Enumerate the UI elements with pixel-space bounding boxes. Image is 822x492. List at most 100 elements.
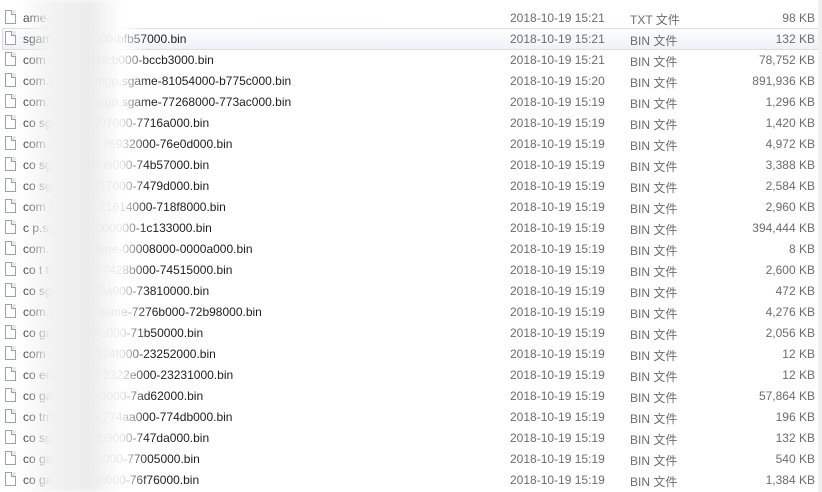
file-date: 2018-10-19 15:19	[510, 242, 605, 256]
file-row[interactable]: com gp.s ame-76932000-76e0d000.bin 2018-1…	[0, 134, 822, 154]
file-row[interactable]: c p.sgame-04000000-1c133000.bin 2018-10-1…	[0, 218, 822, 238]
file-date: 2018-10-19 15:19	[510, 158, 605, 172]
file-type: BIN 文件	[630, 412, 678, 426]
file-name: com. tmgp.sgame-00008000-0000a000.bin	[23, 242, 253, 256]
file-date: 2018-10-19 15:19	[510, 368, 605, 382]
file-name: co sgame-74808000-74b57000.bin	[23, 158, 210, 172]
file-type: BIN 文件	[630, 475, 678, 489]
file-icon	[5, 10, 16, 24]
file-icon	[5, 94, 16, 108]
file-row[interactable]: com sgame-2324f000-23252000.bin 2018-10-1…	[0, 344, 822, 364]
file-type: BIN 文件	[630, 202, 678, 216]
file-size: 132 KB	[775, 32, 815, 46]
file-row[interactable]: co sgame-77007000-7716a000.bin 2018-10-19…	[0, 113, 822, 133]
file-date: 2018-10-19 15:19	[510, 137, 605, 151]
file-icon	[5, 346, 16, 360]
file-name: com.tencent sgame-7276b000-72b98000.bin	[23, 305, 262, 319]
file-date: 2018-10-19 15:19	[510, 221, 605, 235]
file-size: 12 KB	[782, 347, 815, 361]
file-type: BIN 文件	[630, 76, 678, 90]
file-row[interactable]: com.tencent.tmgp.sgame-81054000-b775c000…	[0, 71, 822, 91]
file-date: 2018-10-19 15:19	[510, 347, 605, 361]
file-name: co game-7194e000-71b50000.bin	[23, 326, 204, 340]
file-icon	[5, 451, 16, 465]
file-icon	[5, 31, 16, 45]
file-date: 2018-10-19 15:19	[510, 116, 605, 130]
file-type: BIN 文件	[630, 286, 678, 300]
file-name: co game-76e1c000-76f76000.bin	[23, 473, 200, 487]
file-type: BIN 文件	[630, 328, 678, 342]
file-row[interactable]: com. tmgp.sgame-00008000-0000a000.bin 201…	[0, 239, 822, 259]
file-date: 2018-10-19 15:19	[510, 179, 605, 193]
file-type: BIN 文件	[630, 118, 678, 132]
file-type: BIN 文件	[630, 223, 678, 237]
file-date: 2018-10-19 15:19	[510, 410, 605, 424]
file-name: co tmg sgame-774aa000-774db000.bin	[23, 410, 233, 424]
file-name: com.tencent.tmgp.sgame-77268000-773ac000…	[23, 95, 292, 109]
file-row[interactable]: co sgame-74517000-7479d000.bin 2018-10-19…	[0, 176, 822, 196]
file-type: BIN 文件	[630, 244, 678, 258]
file-size: 8 KB	[788, 242, 815, 256]
file-type: BIN 文件	[630, 139, 678, 153]
file-row[interactable]: com sgame-b7fcb000-bccb3000.bin 2018-10-1…	[0, 50, 822, 70]
file-date: 2018-10-19 15:19	[510, 452, 605, 466]
file-name: com p.sgame-71614000-718f8000.bin	[23, 200, 226, 214]
file-size: 540 KB	[775, 452, 815, 466]
file-row[interactable]: co sgame-7379a000-73810000.bin 2018-10-19…	[0, 281, 822, 301]
file-row[interactable]: co game-76f7e000-77005000.bin 2018-10-19 …	[0, 449, 822, 469]
file-type: BIN 文件	[630, 370, 678, 384]
file-size: 196 KB	[775, 410, 815, 424]
file-name: co t tm sgame-7428b000-74515000.bin	[23, 263, 233, 277]
file-date: 2018-10-19 15:19	[510, 326, 605, 340]
file-row[interactable]: com p.sgame-71614000-718f8000.bin 2018-10…	[0, 197, 822, 217]
file-date: 2018-10-19 15:21	[510, 53, 605, 67]
file-date: 2018-10-19 15:19	[510, 431, 605, 445]
file-type: BIN 文件	[630, 160, 678, 174]
file-type: BIN 文件	[630, 55, 678, 69]
file-size: 2,584 KB	[765, 179, 815, 193]
file-row[interactable]: co sgame-74808000-74b57000.bin 2018-10-19…	[0, 155, 822, 175]
file-icon	[5, 157, 16, 171]
file-row[interactable]: co game-774e0000-7ad62000.bin 2018-10-19 …	[0, 386, 822, 406]
file-type: BIN 文件	[630, 433, 678, 447]
file-icon	[5, 283, 16, 297]
file-size: 2,600 KB	[765, 263, 815, 277]
file-size: 57,864 KB	[758, 389, 815, 403]
file-type: BIN 文件	[630, 349, 678, 363]
file-name: co game-774e0000-7ad62000.bin	[23, 389, 204, 403]
file-row[interactable]: ame-maps.txt 2018-10-19 15:21 TXT 文件 98 KB	[0, 8, 822, 28]
file-name: co ent tmg me-2322e000-23231000.bin	[23, 368, 234, 382]
file-icon	[5, 409, 16, 423]
file-size: 1,384 KB	[765, 473, 815, 487]
file-size: 891,936 KB	[752, 74, 815, 88]
file-type: BIN 文件	[630, 265, 678, 279]
file-row[interactable]: co sgame-747b9000-747da000.bin 2018-10-19…	[0, 428, 822, 448]
file-icon	[5, 115, 16, 129]
file-date: 2018-10-19 15:19	[510, 284, 605, 298]
file-icon	[5, 304, 16, 318]
file-name: ame-maps.txt	[23, 11, 96, 25]
file-row[interactable]: co tmg sgame-774aa000-774db000.bin 2018-1…	[0, 407, 822, 427]
file-row[interactable]: co game-7194e000-71b50000.bin 2018-10-19 …	[0, 323, 822, 343]
file-name: co sgame-74517000-7479d000.bin	[23, 179, 210, 193]
file-type: TXT 文件	[630, 13, 680, 27]
vertical-scrollbar[interactable]	[818, 0, 822, 492]
file-row[interactable]: sgame-bfb36000-bfb57000.bin 2018-10-19 15…	[0, 28, 822, 50]
file-size: 132 KB	[775, 431, 815, 445]
file-size: 2,960 KB	[765, 200, 815, 214]
file-date: 2018-10-19 15:19	[510, 263, 605, 277]
file-row[interactable]: co t tm sgame-7428b000-74515000.bin 2018-…	[0, 260, 822, 280]
file-name: co sgame-747b9000-747da000.bin	[23, 431, 210, 445]
file-icon	[5, 52, 16, 66]
file-date: 2018-10-19 15:19	[510, 95, 605, 109]
file-date: 2018-10-19 15:19	[510, 389, 605, 403]
file-name: co sgame-77007000-7716a000.bin	[23, 116, 210, 130]
file-row[interactable]: com.tencent sgame-7276b000-72b98000.bin 2…	[0, 302, 822, 322]
file-row[interactable]: co game-76e1c000-76f76000.bin 2018-10-19 …	[0, 470, 822, 490]
file-name: com gp.s ame-76932000-76e0d000.bin	[23, 137, 233, 151]
file-row[interactable]: com.tencent.tmgp.sgame-77268000-773ac000…	[0, 92, 822, 112]
file-row[interactable]: co ent tmg me-2322e000-23231000.bin 2018-…	[0, 365, 822, 385]
file-size: 394,444 KB	[752, 221, 815, 235]
file-type: BIN 文件	[630, 391, 678, 405]
file-size: 12 KB	[782, 368, 815, 382]
